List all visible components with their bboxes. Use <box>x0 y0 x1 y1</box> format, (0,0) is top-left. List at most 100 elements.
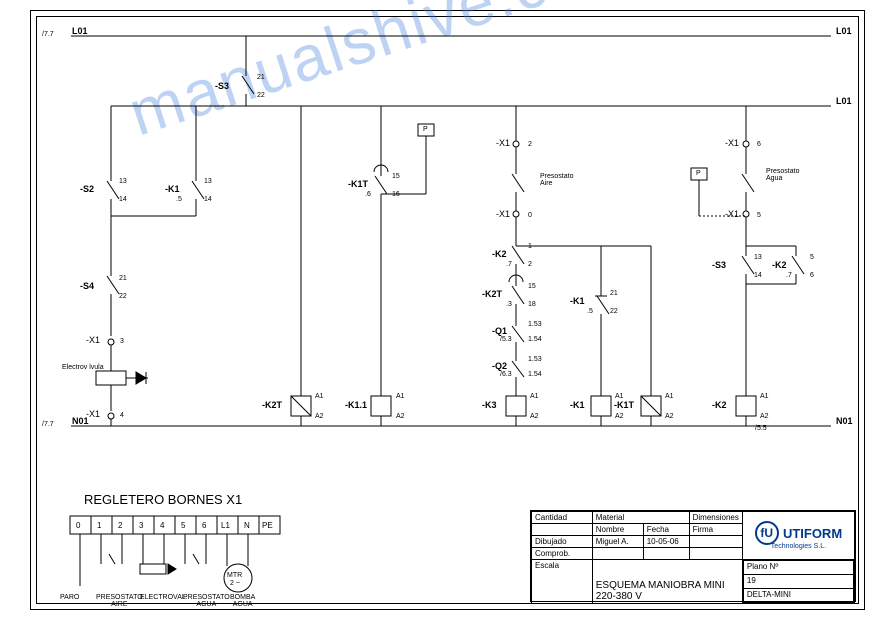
lbl-k1t-t1: 15 <box>392 173 400 180</box>
ref-7-7-bot: /7.7 <box>42 421 54 428</box>
ref-7-7-top: /7.7 <box>42 31 54 38</box>
lbl-k11-a1: A1 <box>396 393 405 400</box>
lbl-s2-t2: 14 <box>119 196 127 203</box>
lbl-s3b-t1: 13 <box>754 254 762 261</box>
motor-lbl-1: MTR <box>227 572 242 579</box>
lbl-k2tc-t1: 15 <box>528 283 536 290</box>
lbl-s4-t1: 21 <box>119 275 127 282</box>
lbl-k1t-t2: 16 <box>392 191 400 198</box>
lbl-k3-a2: A2 <box>530 413 539 420</box>
tb-material: Material <box>592 512 689 524</box>
lbl-k1coil-a2: A2 <box>615 413 624 420</box>
term-n: N <box>244 521 250 530</box>
lbl-k11: -K1.1 <box>345 400 367 410</box>
lbl-s2-t1: 13 <box>119 178 127 185</box>
lbl-k2coil-a2: A2 <box>760 413 769 420</box>
lbl-electroval: Electrov lvula <box>62 364 104 371</box>
lbl-k2b-t1: 5 <box>810 254 814 261</box>
lbl-s4: -S4 <box>80 281 94 291</box>
tb-title: ESQUEMA MANIOBRA MINI 220-380 V <box>592 560 742 604</box>
lbl-k2-t1: 1 <box>528 243 532 250</box>
lbl-k2b-ref: .7 <box>786 272 792 279</box>
lbl-q1-ref: /5.3 <box>500 336 512 343</box>
lbl-k2t-a1: A1 <box>315 393 324 400</box>
lbl-s3: -S3 <box>215 81 229 91</box>
tb-lbl-electroval: ELECTROVAL. <box>140 594 188 601</box>
tb-dibujado-by: Miguel A. <box>592 536 643 548</box>
lbl-k2b: -K2 <box>772 260 787 270</box>
lbl-p2: P <box>696 170 701 177</box>
lbl-k2b-t2: 6 <box>810 272 814 279</box>
lbl-q2: -Q2 <box>492 361 507 371</box>
lbl-k2-t2: 2 <box>528 261 532 268</box>
term-0: 0 <box>76 521 81 530</box>
lbl-x1-3-t: 3 <box>120 338 124 345</box>
term-4: 4 <box>160 521 165 530</box>
lbl-x1-5-name: -X1 <box>725 209 739 219</box>
lbl-presostato-aire: Presostato Aire <box>540 173 573 187</box>
motor-lbl-2: 2 ~ <box>230 580 240 587</box>
lbl-k1t-ref: .6 <box>365 191 371 198</box>
term-5: 5 <box>181 521 186 530</box>
lbl-k2-ref: .7 <box>506 261 512 268</box>
tb-lbl-pres-aire: PRESOSTATO AIRE <box>96 594 143 608</box>
lbl-presostato-agua: Presostato Agua <box>766 168 799 182</box>
tb-dimensiones: Dimensiones <box>689 512 742 524</box>
lbl-x1-4-t: 4 <box>120 412 124 419</box>
lbl-k11-a2: A2 <box>396 413 405 420</box>
tb-plano-val: 19 <box>743 575 853 589</box>
tb-project: DELTA-MINI <box>743 589 853 603</box>
lbl-x1-0-name: -X1 <box>496 209 510 219</box>
lbl-k2coil-a1: A1 <box>760 393 769 400</box>
lbl-k2t-a2: A2 <box>315 413 324 420</box>
lbl-x1-3-name: -X1 <box>86 335 100 345</box>
lbl-p1: P <box>423 126 428 133</box>
lbl-q1-t2: 1.54 <box>528 336 542 343</box>
bus-n01-right: N01 <box>836 416 853 426</box>
lbl-x1-5-t: 5 <box>757 212 761 219</box>
bus-l01-right: L01 <box>836 26 852 36</box>
term-2: 2 <box>118 521 123 530</box>
lbl-q1: -Q1 <box>492 326 507 336</box>
lbl-x1-0-t: 0 <box>528 212 532 219</box>
lbl-k2tc: -K2T <box>482 289 502 299</box>
lbl-k1t: -K1T <box>348 179 368 189</box>
tb-comprob: Comprob. <box>532 548 593 560</box>
lbl-k1coil: -K1 <box>570 400 585 410</box>
lbl-k2t: -K2T <box>262 400 282 410</box>
logo-icon: fU <box>755 521 779 545</box>
terminal-block: 0 1 2 3 4 5 6 L1 N PE MTR 2 ~ <box>60 506 310 602</box>
term-6: 6 <box>202 521 207 530</box>
lbl-k1tcoil-a1: A1 <box>665 393 674 400</box>
tb-lbl-pres-agua: PRESOSTATO AGUA <box>183 594 230 608</box>
bus-l01-right-2: L01 <box>836 96 852 106</box>
lbl-k2tc-ref: .3 <box>506 301 512 308</box>
lbl-q1-t1: 1.53 <box>528 321 542 328</box>
lbl-q2-t1: 1.53 <box>528 356 542 363</box>
term-1: 1 <box>97 521 102 530</box>
lbl-k3: -K3 <box>482 400 497 410</box>
page: manualshive.com <box>0 0 893 630</box>
lbl-k1tcoil-a2: A2 <box>665 413 674 420</box>
logo-name: UTIFORM <box>783 526 842 541</box>
lbl-k1aux-ref: .5 <box>176 196 182 203</box>
tb-nombre: Nombre <box>592 524 643 536</box>
lbl-s3b-t2: 14 <box>754 272 762 279</box>
lbl-k1nc-ref: .5 <box>587 308 593 315</box>
lbl-k1nc: -K1 <box>570 296 585 306</box>
titleblock: Cantidad Material Dimensiones fU UTIFORM… <box>530 510 856 602</box>
lbl-k1tcoil: -K1T <box>614 400 634 410</box>
lbl-x1-2-t: 2 <box>528 141 532 148</box>
tb-dibujado-date: 10-05-06 <box>643 536 689 548</box>
tb-cantidad: Cantidad <box>532 512 593 524</box>
bus-l01-left: L01 <box>72 26 88 36</box>
lbl-s4-t2: 22 <box>119 293 127 300</box>
lbl-s3-t2: 22 <box>257 92 265 99</box>
terminal-block-title: REGLETERO BORNES X1 <box>84 492 242 507</box>
lbl-s3b: -S3 <box>712 260 726 270</box>
lbl-k3-a1: A1 <box>530 393 539 400</box>
term-l1: L1 <box>221 521 230 530</box>
lbl-x1-6-t: 6 <box>757 141 761 148</box>
lbl-k1coil-a1: A1 <box>615 393 624 400</box>
tb-dibujado: Dibujado <box>532 536 593 548</box>
